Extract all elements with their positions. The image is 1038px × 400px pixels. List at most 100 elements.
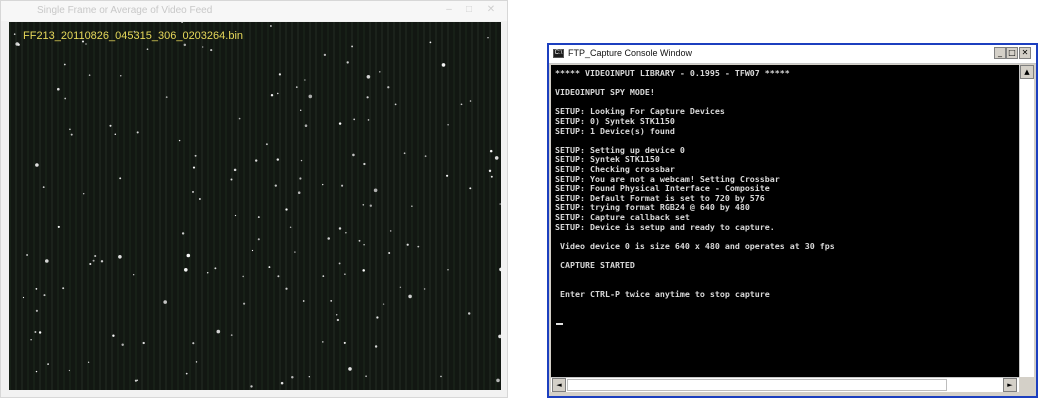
star-point — [26, 254, 29, 256]
scanline-stripe — [81, 22, 83, 390]
star-point — [238, 117, 241, 120]
video-window-titlebar[interactable]: Single Frame or Average of Video Feed – … — [1, 1, 507, 21]
star-point — [192, 342, 195, 345]
star-point — [250, 385, 253, 388]
star-point — [88, 74, 91, 76]
scroll-up-arrow-icon[interactable]: ▲ — [1020, 65, 1034, 79]
star-point — [45, 259, 49, 263]
star-point — [30, 339, 32, 341]
star-point — [92, 259, 95, 262]
star-point — [289, 226, 292, 228]
vertical-scrollbar[interactable]: ▲ — [1019, 65, 1034, 377]
star-point — [202, 46, 204, 48]
star-point — [165, 96, 168, 98]
star-point — [121, 343, 124, 347]
scanline-stripe — [135, 22, 137, 390]
scanline-stripe — [15, 22, 17, 390]
star-point — [366, 96, 369, 99]
star-point — [367, 119, 370, 121]
scanline-stripe — [465, 22, 467, 390]
console-line: SETUP: Device is setup and ready to capt… — [555, 221, 775, 232]
star-point — [183, 43, 187, 47]
scanline-stripe — [237, 22, 239, 390]
maximize-button[interactable]: □ — [461, 4, 477, 16]
star-point — [460, 103, 463, 106]
star-point — [185, 372, 188, 375]
resize-grip[interactable] — [1019, 377, 1034, 392]
star-point — [344, 273, 346, 276]
console-output-text: ***** VIDEOINPUT LIBRARY - 0.1995 - TFW0… — [555, 68, 835, 299]
scroll-right-arrow-icon[interactable]: ► — [1003, 378, 1017, 392]
scanline-stripe — [459, 22, 461, 390]
scanline-stripe — [363, 22, 365, 390]
star-point — [376, 316, 379, 319]
star-point — [146, 48, 149, 51]
star-point — [382, 303, 385, 305]
scanline-stripe — [171, 22, 173, 390]
star-field-canvas — [9, 22, 501, 390]
star-point — [291, 376, 294, 379]
horizontal-scroll-thumb[interactable] — [567, 379, 947, 391]
scroll-left-arrow-icon[interactable]: ◄ — [552, 378, 566, 392]
scanline-stripe — [51, 22, 53, 390]
console-maximize-button[interactable]: □ — [1006, 47, 1018, 59]
star-point — [304, 79, 306, 81]
scanline-stripe — [9, 22, 11, 390]
star-point — [469, 187, 472, 190]
scanline-stripe — [165, 22, 167, 390]
star-point — [336, 314, 338, 316]
star-point — [22, 296, 25, 299]
star-point — [136, 379, 139, 382]
scanline-stripe — [219, 22, 221, 390]
star-point — [496, 378, 500, 383]
star-point — [42, 186, 45, 189]
scanline-stripe — [441, 22, 443, 390]
star-point — [388, 252, 391, 254]
star-point — [300, 159, 303, 162]
scanline-stripe — [33, 22, 35, 390]
star-point — [327, 237, 330, 240]
scanline-stripe — [429, 22, 431, 390]
scanline-stripe — [489, 22, 491, 390]
scanline-stripe — [21, 22, 23, 390]
scanline-stripe — [195, 22, 197, 390]
minimize-button[interactable]: – — [441, 4, 457, 16]
star-point — [423, 288, 426, 290]
scanline-stripe — [225, 22, 227, 390]
star-point — [285, 287, 288, 290]
star-point — [302, 300, 305, 302]
scanline-stripe — [75, 22, 77, 390]
scanline-stripe — [129, 22, 131, 390]
console-window: C:\ FTP_Capture Console Window _ □ ✕ ***… — [547, 43, 1038, 398]
scanline-stripe — [267, 22, 269, 390]
star-point — [64, 97, 67, 100]
star-point — [330, 299, 333, 302]
console-line: ***** VIDEOINPUT LIBRARY - 0.1995 - TFW0… — [555, 68, 790, 78]
horizontal-scrollbar[interactable]: ◄ ► — [551, 377, 1019, 392]
console-close-button[interactable]: ✕ — [1019, 47, 1031, 59]
star-point — [362, 269, 365, 272]
star-point — [35, 163, 39, 167]
star-point — [490, 175, 493, 178]
star-point — [186, 253, 191, 258]
scanline-stripe — [471, 22, 473, 390]
console-minimize-button[interactable]: _ — [994, 47, 1006, 59]
star-point — [195, 361, 198, 363]
star-point — [389, 230, 392, 232]
star-point — [358, 239, 361, 242]
star-point — [499, 203, 501, 205]
scanline-stripe — [255, 22, 257, 390]
star-point — [13, 33, 16, 35]
close-button[interactable]: ✕ — [483, 4, 499, 16]
console-output-area[interactable]: ***** VIDEOINPUT LIBRARY - 0.1995 - TFW0… — [551, 65, 1019, 377]
scanline-stripe — [483, 22, 485, 390]
star-point — [214, 267, 217, 270]
star-point — [192, 166, 196, 169]
star-point — [194, 154, 197, 157]
scanline-stripe — [297, 22, 299, 390]
scanline-stripe — [177, 22, 179, 390]
console-window-titlebar[interactable]: C:\ FTP_Capture Console Window _ □ ✕ — [549, 45, 1036, 64]
scanline-stripe — [213, 22, 215, 390]
star-point — [351, 45, 354, 48]
star-point — [178, 139, 181, 142]
